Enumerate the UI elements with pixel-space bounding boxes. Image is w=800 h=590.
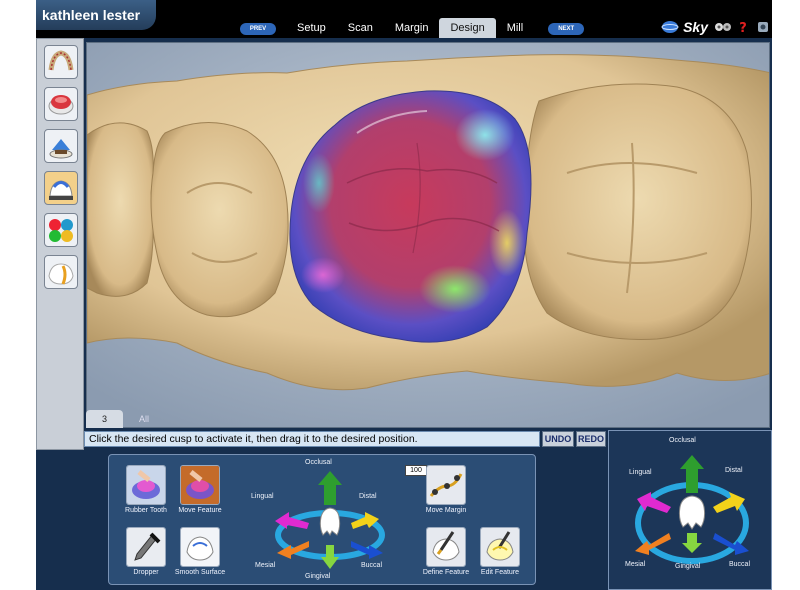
orient-gingival-label: Gingival (675, 563, 701, 570)
bite-icon (49, 139, 73, 159)
help-icon[interactable]: ? (734, 20, 752, 36)
direction-occlusal-label: Occlusal (305, 459, 332, 466)
3d-viewport[interactable] (86, 42, 770, 428)
orientation-panel: Occlusal Lingual Distal Mesial Buccal Gi… (608, 430, 772, 590)
edit-feature-label: Edit Feature (480, 569, 520, 576)
main-area: 3 All Click the desired cusp to activate… (36, 38, 772, 590)
contact-tool[interactable] (44, 255, 78, 289)
next-button[interactable]: NEXT (548, 23, 585, 35)
redo-button[interactable]: REDO (576, 431, 606, 447)
svg-text:?: ? (739, 21, 747, 34)
orient-lingual-label: Lingual (629, 469, 652, 476)
brand-area: Sky ? (659, 16, 772, 38)
globe-icon[interactable] (661, 20, 679, 34)
left-toolbar (36, 38, 84, 450)
move-margin-label: Move Margin (425, 507, 467, 514)
workflow-steps: PREV Setup Scan Margin Design Mill NEXT (234, 18, 594, 38)
direction-distal-label: Distal (359, 493, 377, 500)
orient-occlusal-label: Occlusal (669, 437, 696, 444)
patient-name: kathleen lester (42, 7, 141, 23)
orient-tooth-icon (678, 495, 706, 530)
move-margin-icon (426, 465, 466, 505)
direction-buccal-label: Buccal (361, 562, 383, 569)
design-tool-panel: Rubber Tooth Move Feature Dropper Smooth… (108, 454, 536, 585)
edit-feature-icon (480, 527, 520, 567)
undo-button[interactable]: UNDO (542, 431, 574, 447)
dropper-icon (126, 527, 166, 567)
top-bar: kathleen lester PREV Setup Scan Margin D… (36, 0, 772, 38)
tab-all-teeth[interactable]: All (123, 410, 165, 428)
move-margin-tool[interactable]: Move Margin (411, 465, 481, 514)
prev-button[interactable]: PREV (240, 23, 276, 35)
occlusal-arrow[interactable] (318, 471, 342, 505)
tab-design[interactable]: Design (439, 18, 496, 38)
orient-mesial-label: Mesial (625, 561, 646, 568)
contact-icon (48, 263, 74, 285)
orient-gingival-arrow[interactable] (682, 533, 702, 553)
settings-icon[interactable] (754, 20, 772, 34)
rubber-tooth-icon (126, 465, 166, 505)
cusp-design-icon (49, 180, 73, 200)
tooth-model-view[interactable] (87, 43, 770, 428)
tab-setup[interactable]: Setup (286, 18, 337, 38)
direction-gingival-label: Gingival (305, 573, 331, 580)
orient-buccal-label: Buccal (729, 561, 751, 568)
smooth-surface-tool[interactable]: Smooth Surface (165, 527, 235, 576)
network-icon[interactable] (714, 20, 732, 34)
patient-name-tab: kathleen lester (36, 0, 156, 30)
color-map-icon (49, 219, 73, 242)
full-arch-icon (48, 50, 74, 71)
move-feature-icon (180, 465, 220, 505)
edit-feature-tool[interactable]: Edit Feature (465, 527, 535, 576)
full-arch-tool[interactable] (44, 45, 78, 79)
move-feature-label: Move Feature (178, 507, 222, 514)
tooth-icon (319, 507, 341, 536)
tab-margin[interactable]: Margin (384, 18, 440, 38)
smooth-surface-label: Smooth Surface (174, 569, 226, 576)
crown-view-icon (48, 95, 74, 115)
direction-control[interactable] (265, 465, 395, 575)
cusp-design-tool[interactable] (44, 171, 78, 205)
move-feature-tool[interactable]: Move Feature (165, 465, 235, 514)
tooth-tabs: 3 All (86, 410, 165, 428)
brand-name: Sky (683, 19, 708, 35)
define-feature-icon (426, 527, 466, 567)
direction-lingual-label: Lingual (251, 493, 274, 500)
color-map-tool[interactable] (44, 213, 78, 247)
status-message: Click the desired cusp to activate it, t… (84, 431, 540, 447)
bite-tool[interactable] (44, 129, 78, 163)
tab-scan[interactable]: Scan (337, 18, 384, 38)
smooth-surface-icon (180, 527, 220, 567)
tab-tooth-3[interactable]: 3 (86, 410, 124, 428)
direction-mesial-label: Mesial (255, 562, 276, 569)
crown-view-tool[interactable] (44, 87, 78, 121)
gingival-arrow[interactable] (321, 545, 339, 569)
tab-mill[interactable]: Mill (496, 18, 535, 38)
orient-distal-label: Distal (725, 467, 743, 474)
